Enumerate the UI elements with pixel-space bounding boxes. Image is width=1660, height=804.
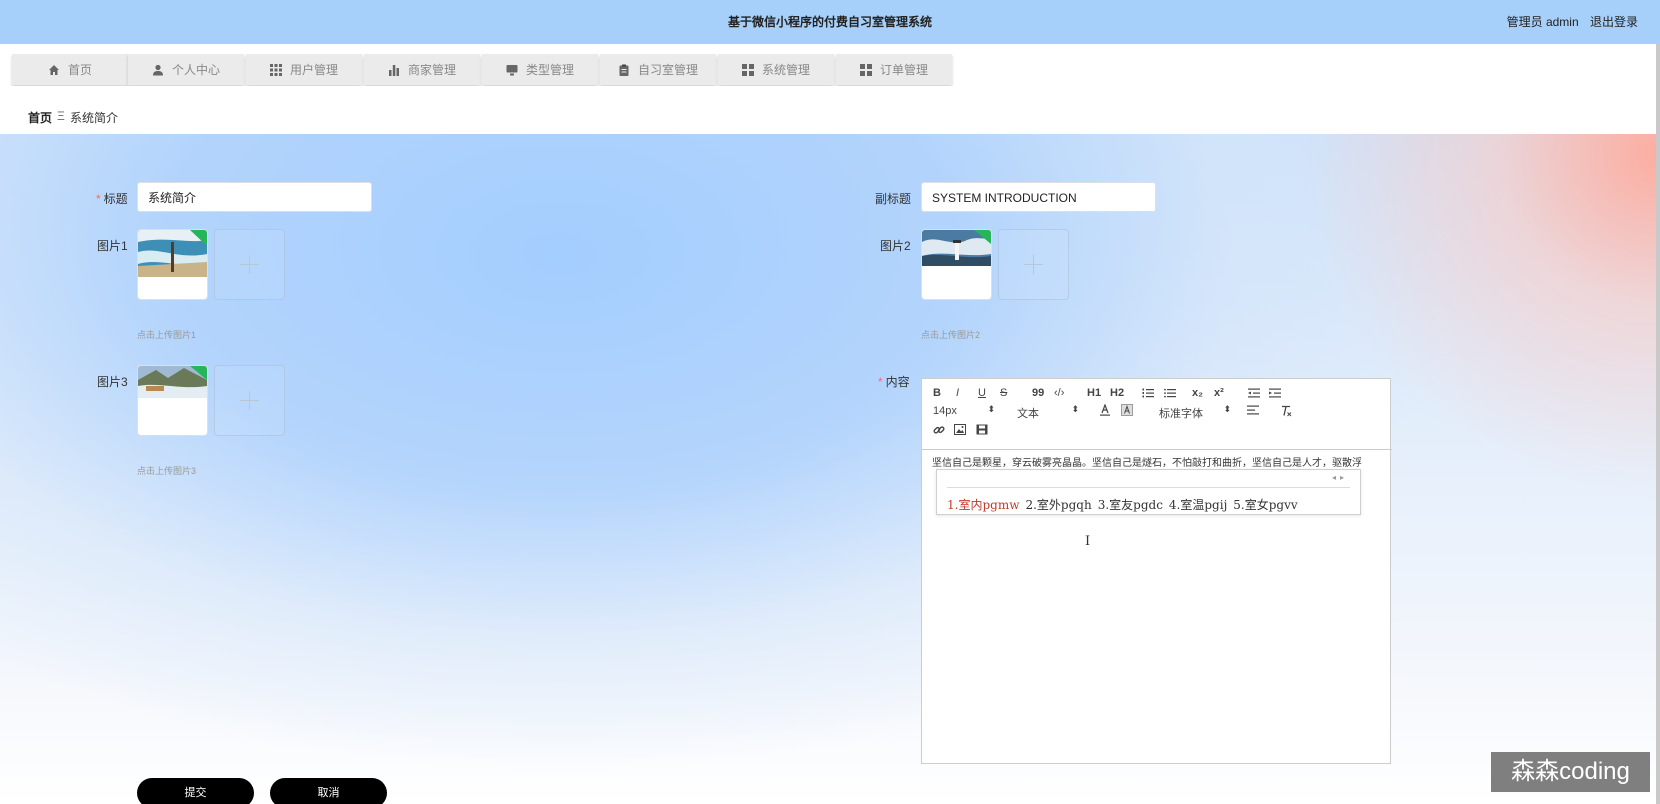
header2-button[interactable]: H2 — [1110, 387, 1124, 399]
subscript-button[interactable]: x₂ — [1192, 387, 1203, 399]
select-arrows-icon: ⬍ — [1223, 404, 1231, 414]
tab-system-management[interactable]: 系统管理 — [718, 54, 834, 85]
monitor-icon — [506, 64, 518, 76]
code-block-button[interactable]: ‹/› — [1054, 387, 1064, 399]
ime-candidate[interactable]: 3.室友pgdc — [1098, 498, 1163, 512]
cancel-button[interactable]: 取消 — [270, 778, 387, 804]
tab-order-management[interactable]: 订单管理 — [836, 54, 952, 85]
underline-button[interactable]: U — [978, 387, 986, 399]
breadcrumb: 首页 Ξ 系统简介 — [0, 86, 1656, 134]
header1-button[interactable]: H1 — [1087, 387, 1101, 399]
top-header: 基于微信小程序的付费自习室管理系统 管理员 admin 退出登录 — [0, 0, 1660, 44]
pic1-thumbnail[interactable] — [137, 229, 208, 300]
heading-select[interactable]: 文本 ⬍ — [1017, 404, 1079, 421]
apps-icon — [859, 63, 872, 76]
pic3-label: 图片3 — [97, 375, 128, 389]
lighthouse-image — [922, 230, 991, 266]
image-icon[interactable] — [954, 424, 966, 438]
pic1-upload-button[interactable] — [214, 229, 285, 300]
pic2-upload-button[interactable] — [998, 229, 1069, 300]
tab-label: 自习室管理 — [637, 63, 698, 77]
home-icon — [48, 64, 60, 76]
tab-label: 系统管理 — [761, 63, 810, 77]
breadcrumb-home[interactable]: 首页 — [28, 109, 52, 126]
tab-type-management[interactable]: 类型管理 — [482, 54, 598, 85]
submit-button[interactable]: 提交 — [137, 778, 254, 804]
pic1-hint: 点击上传图片1 — [137, 330, 197, 340]
link-icon[interactable] — [933, 424, 945, 439]
editor-toolbar: B I U S 99 ‹/› H1 H2 x₂ x² 14px ⬍ 文本 ⬍ 标准字… — [922, 379, 1392, 450]
blockquote-button[interactable]: 99 — [1032, 387, 1044, 399]
pic3-thumbnail[interactable] — [137, 365, 208, 436]
ime-candidate[interactable]: 2.室外pgqh — [1025, 498, 1091, 512]
title-label: * 标题 — [96, 192, 128, 206]
user-area: 管理员 admin 退出登录 — [1499, 13, 1638, 30]
tab-user-management[interactable]: 用户管理 — [246, 54, 362, 85]
select-arrows-icon: ⬍ — [1071, 404, 1079, 414]
beach-image — [138, 230, 207, 277]
apps-icon — [741, 63, 754, 76]
select-arrows-icon: ⬍ — [987, 404, 995, 414]
italic-button[interactable]: I — [956, 387, 959, 399]
tab-label: 首页 — [67, 63, 92, 77]
tab-label: 个人中心 — [171, 63, 220, 77]
ime-candidate-popup: ◂▸ 1.室内pgmw 2.室外pgqh 3.室友pgdc 4.室温pgij 5.室女p… — [936, 469, 1361, 515]
video-icon[interactable] — [976, 424, 988, 438]
tab-personal-center[interactable]: 个人中心 — [128, 54, 244, 85]
page-scrollbar[interactable] — [1656, 44, 1660, 804]
ime-candidate[interactable]: 5.室女pgvv — [1233, 498, 1297, 512]
bar-chart-icon — [388, 64, 400, 76]
tab-label: 商家管理 — [407, 63, 456, 77]
content-label: * 内容 — [878, 375, 910, 389]
indent-icon[interactable] — [1269, 388, 1281, 401]
coast-image — [138, 366, 207, 398]
pic3-upload-button[interactable] — [214, 365, 285, 436]
edit-form: * 标题 系统简介 副标题 SYSTEM INTRODUCTION 图片1 点击上… — [0, 134, 1656, 804]
ime-candidates: 1.室内pgmw 2.室外pgqh 3.室友pgdc 4.室温pgij 5.室女pgvv — [947, 496, 1304, 513]
clipboard-icon — [618, 64, 630, 76]
tab-label: 类型管理 — [525, 63, 574, 77]
font-size-select[interactable]: 14px ⬍ — [933, 404, 995, 417]
text-color-icon[interactable] — [1099, 403, 1111, 419]
clear-format-icon[interactable] — [1280, 405, 1292, 420]
grid-icon — [269, 63, 282, 76]
tab-home[interactable]: 首页 — [12, 54, 128, 85]
tab-label: 订单管理 — [879, 63, 928, 77]
logout-link[interactable]: 退出登录 — [1590, 15, 1638, 29]
subtitle-input[interactable]: SYSTEM INTRODUCTION — [921, 182, 1156, 212]
bullet-list-icon[interactable] — [1164, 388, 1176, 401]
superscript-button[interactable]: x² — [1214, 387, 1224, 399]
watermark: 森森coding — [1491, 752, 1650, 792]
pic2-label: 图片2 — [880, 239, 911, 253]
user-icon — [152, 64, 164, 76]
ime-candidate[interactable]: 1.室内pgmw — [947, 498, 1019, 512]
tab-merchant-management[interactable]: 商家管理 — [364, 54, 480, 85]
rich-text-editor[interactable]: B I U S 99 ‹/› H1 H2 x₂ x² 14px ⬍ 文本 ⬍ 标准字… — [921, 378, 1392, 764]
align-icon[interactable] — [1247, 405, 1259, 418]
system-title: 基于微信小程序的付费自习室管理系统 — [727, 15, 932, 29]
tab-studyroom-management[interactable]: 自习室管理 — [600, 54, 716, 85]
pic3-hint: 点击上传图片3 — [137, 466, 197, 476]
title-input[interactable]: 系统简介 — [137, 182, 372, 212]
outdent-icon[interactable] — [1248, 388, 1260, 401]
subtitle-label: 副标题 — [875, 192, 912, 206]
pic2-hint: 点击上传图片2 — [921, 330, 981, 340]
ime-page-arrows-icon[interactable]: ◂▸ — [1332, 473, 1348, 482]
breadcrumb-current: 系统简介 — [70, 111, 119, 125]
top-nav: 首页 个人中心 用户管理 商家管理 类型管理 自习室管理 系统管理 订单管理 — [0, 44, 1656, 87]
font-family-select[interactable]: 标准字体 ⬍ — [1159, 404, 1231, 421]
ime-candidate[interactable]: 4.室温pgij — [1169, 498, 1227, 512]
pic1-label: 图片1 — [97, 239, 128, 253]
strike-button[interactable]: S — [1000, 387, 1007, 399]
bold-button[interactable]: B — [933, 387, 941, 399]
breadcrumb-separator: Ξ — [57, 109, 65, 123]
admin-label: 管理员 admin — [1506, 15, 1579, 29]
tab-label: 用户管理 — [289, 63, 338, 77]
pic2-thumbnail[interactable] — [921, 229, 992, 300]
background-color-icon[interactable] — [1121, 404, 1133, 419]
text-cursor-icon: I — [1085, 534, 1091, 549]
ordered-list-icon[interactable] — [1142, 388, 1154, 401]
